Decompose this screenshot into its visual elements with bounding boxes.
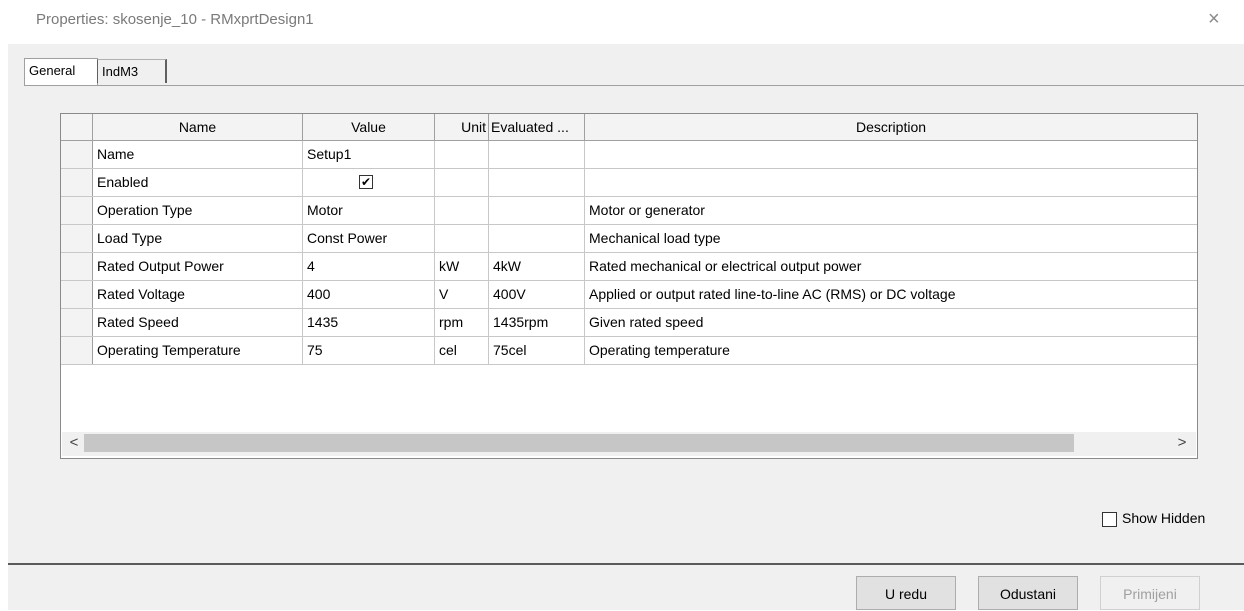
row-header[interactable] — [61, 337, 93, 364]
cell-unit[interactable] — [435, 197, 489, 224]
horizontal-scrollbar[interactable]: < > — [62, 432, 1196, 456]
title-bar: Properties: skosenje_10 - RMxprtDesign1 … — [0, 0, 1244, 44]
table-row[interactable]: Operation Type Motor Motor or generator — [61, 197, 1197, 225]
table-row[interactable]: Name Setup1 — [61, 141, 1197, 169]
cell-name: Enabled — [93, 169, 303, 196]
cell-unit[interactable] — [435, 169, 489, 196]
table-row[interactable]: Operating Temperature 75 cel 75cel Operating… — [61, 337, 1197, 365]
column-header-value[interactable]: Value — [303, 114, 435, 140]
table-row[interactable]: Rated Voltage 400 V 400V Applied or output r… — [61, 281, 1197, 309]
cell-evaluated[interactable] — [489, 169, 585, 196]
window-title: Properties: skosenje_10 - RMxprtDesign1 — [36, 11, 314, 28]
row-header[interactable] — [61, 225, 93, 252]
tab-indm3[interactable]: IndM3 — [97, 59, 167, 83]
cell-value[interactable]: 4 — [303, 253, 435, 280]
header-corner — [61, 114, 93, 140]
row-header[interactable] — [61, 141, 93, 168]
cell-name: Operation Type — [93, 197, 303, 224]
cell-description[interactable]: Rated mechanical or electrical output po… — [585, 253, 1197, 280]
cell-description[interactable] — [585, 169, 1197, 196]
cell-unit[interactable]: rpm — [435, 309, 489, 336]
cell-value[interactable]: 400 — [303, 281, 435, 308]
properties-grid: Name Value Unit Evaluated ... Descriptio… — [60, 113, 1198, 459]
table-row[interactable]: Rated Output Power 4 kW 4kW Rated mechanical… — [61, 253, 1197, 281]
cell-description[interactable]: Applied or output rated line-to-line AC … — [585, 281, 1197, 308]
cell-name: Rated Output Power — [93, 253, 303, 280]
cell-unit[interactable] — [435, 225, 489, 252]
cell-evaluated[interactable]: 75cel — [489, 337, 585, 364]
scroll-right-icon[interactable]: > — [1170, 432, 1194, 456]
cell-description[interactable]: Given rated speed — [585, 309, 1197, 336]
cell-value[interactable]: 1435 — [303, 309, 435, 336]
column-header-name[interactable]: Name — [93, 114, 303, 140]
cell-name: Rated Speed — [93, 309, 303, 336]
cell-description[interactable]: Motor or generator — [585, 197, 1197, 224]
cell-evaluated[interactable]: 400V — [489, 281, 585, 308]
cell-name: Rated Voltage — [93, 281, 303, 308]
footer-divider — [8, 563, 1244, 565]
column-header-unit[interactable]: Unit — [435, 114, 489, 140]
row-header[interactable] — [61, 253, 93, 280]
column-header-evaluated[interactable]: Evaluated ... — [489, 114, 585, 140]
cell-unit[interactable]: cel — [435, 337, 489, 364]
cell-evaluated[interactable] — [489, 225, 585, 252]
cell-name: Name — [93, 141, 303, 168]
column-header-description[interactable]: Description — [585, 114, 1197, 140]
grid-header: Name Value Unit Evaluated ... Descriptio… — [61, 114, 1197, 141]
cell-description[interactable]: Mechanical load type — [585, 225, 1197, 252]
tab-general[interactable]: General — [24, 58, 98, 85]
enabled-checkbox[interactable]: ✔ — [359, 175, 373, 189]
cell-unit[interactable]: kW — [435, 253, 489, 280]
table-row[interactable]: Rated Speed 1435 rpm 1435rpm Given rated spe… — [61, 309, 1197, 337]
cell-evaluated[interactable]: 4kW — [489, 253, 585, 280]
cell-name: Operating Temperature — [93, 337, 303, 364]
show-hidden-label: Show Hidden — [1122, 510, 1206, 526]
apply-button[interactable]: Primijeni — [1100, 576, 1200, 610]
cancel-button[interactable]: Odustani — [978, 576, 1078, 610]
row-header[interactable] — [61, 309, 93, 336]
row-header[interactable] — [61, 281, 93, 308]
show-hidden-box[interactable] — [1102, 512, 1117, 527]
row-header[interactable] — [61, 169, 93, 196]
cell-value[interactable]: Setup1 — [303, 141, 435, 168]
scrollbar-thumb[interactable] — [84, 434, 1074, 452]
cell-description[interactable] — [585, 141, 1197, 168]
cell-unit[interactable]: V — [435, 281, 489, 308]
cell-value[interactable]: Const Power — [303, 225, 435, 252]
cell-description[interactable]: Operating temperature — [585, 337, 1197, 364]
scroll-left-icon[interactable]: < — [62, 432, 86, 456]
row-header[interactable] — [61, 197, 93, 224]
cell-evaluated[interactable] — [489, 141, 585, 168]
ok-button[interactable]: U redu — [856, 576, 956, 610]
close-icon[interactable]: × — [1208, 9, 1220, 29]
cell-unit[interactable] — [435, 141, 489, 168]
cell-value[interactable]: ✔ — [303, 169, 435, 196]
cell-evaluated[interactable] — [489, 197, 585, 224]
cell-name: Load Type — [93, 225, 303, 252]
cell-value[interactable]: Motor — [303, 197, 435, 224]
cell-value[interactable]: 75 — [303, 337, 435, 364]
table-row[interactable]: Enabled ✔ — [61, 169, 1197, 197]
cell-evaluated[interactable]: 1435rpm — [489, 309, 585, 336]
table-row[interactable]: Load Type Const Power Mechanical load type — [61, 225, 1197, 253]
